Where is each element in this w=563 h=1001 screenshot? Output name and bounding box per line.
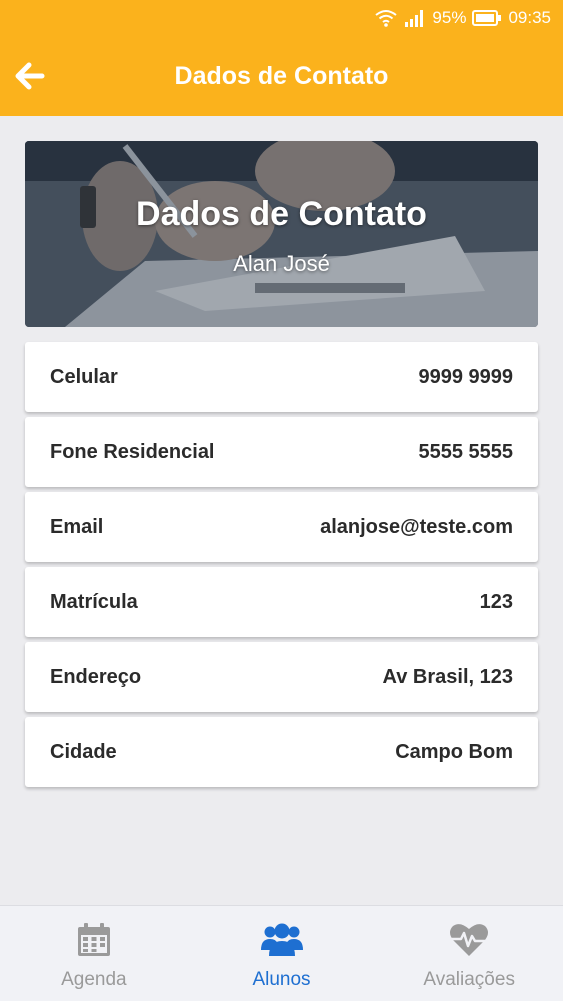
info-value: alanjose@teste.com [320, 515, 513, 538]
info-row-celular[interactable]: Celular 9999 9999 [25, 342, 538, 412]
info-row-email[interactable]: Email alanjose@teste.com [25, 492, 538, 562]
tab-label: Avaliações [423, 969, 515, 990]
signal-icon [404, 8, 426, 28]
info-label: Cidade [50, 740, 117, 763]
status-indicators: 95% 09:35 [374, 8, 551, 28]
tab-alunos[interactable]: Alunos [188, 906, 376, 1001]
info-value: 9999 9999 [418, 365, 513, 388]
info-row-endereco[interactable]: Endereço Av Brasil, 123 [25, 642, 538, 712]
info-value: 5555 5555 [418, 440, 513, 463]
users-icon [260, 922, 303, 963]
clock: 09:35 [508, 8, 551, 27]
wifi-icon [374, 8, 398, 28]
banner-title: Dados de Contato [136, 195, 427, 233]
tab-label: Alunos [252, 969, 311, 990]
tab-label: Agenda [61, 969, 127, 990]
info-label: Endereço [50, 665, 142, 688]
info-label: Fone Residencial [50, 440, 215, 463]
app-bar: 95% 09:35 Dados de Contato [0, 0, 563, 116]
info-value: Campo Bom [395, 740, 513, 763]
calendar-icon [76, 922, 112, 963]
info-label: Celular [50, 365, 118, 388]
banner-overlay [25, 141, 538, 327]
info-row-cidade[interactable]: Cidade Campo Bom [25, 717, 538, 787]
contact-info-list: Celular 9999 9999 Fone Residencial 5555 … [25, 342, 538, 792]
heart-pulse-icon [449, 922, 489, 963]
header-banner: Dados de Contato Alan José [25, 141, 538, 327]
page-title: Dados de Contato [174, 62, 389, 90]
battery-percent: 95% [432, 8, 467, 27]
info-row-matricula[interactable]: Matrícula 123 [25, 567, 538, 637]
tab-avaliacoes[interactable]: Avaliações [375, 906, 563, 1001]
status-bar: 95% 09:35 [0, 0, 563, 38]
tab-agenda[interactable]: Agenda [0, 906, 188, 1001]
info-value: 123 [479, 590, 513, 613]
student-name: Alan José [233, 251, 330, 276]
battery-icon [472, 9, 502, 27]
bottom-tab-bar: Agenda Alunos Avaliações [0, 905, 563, 1001]
info-label: Email [50, 515, 104, 538]
info-row-fone-residencial[interactable]: Fone Residencial 5555 5555 [25, 417, 538, 487]
info-label: Matrícula [50, 590, 138, 613]
info-value: Av Brasil, 123 [382, 665, 513, 688]
toolbar: Dados de Contato [0, 38, 563, 116]
